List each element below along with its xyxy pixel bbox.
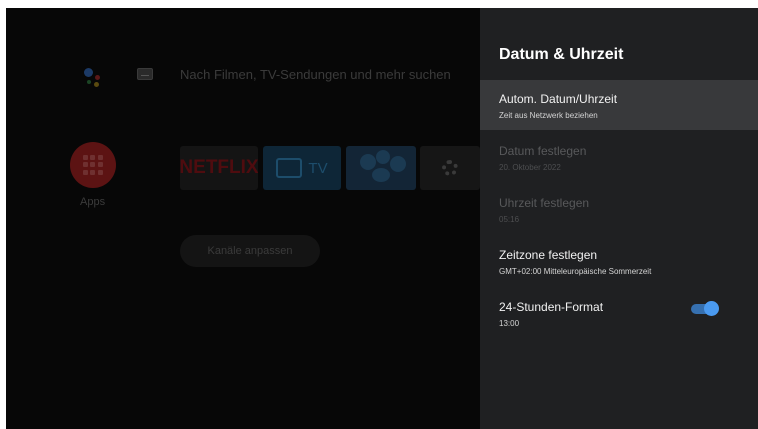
option-title: Uhrzeit festlegen bbox=[499, 196, 590, 210]
settings-tile[interactable] bbox=[420, 146, 480, 190]
option-subtitle: 20. Oktober 2022 bbox=[499, 163, 561, 172]
panel-title: Datum & Uhrzeit bbox=[499, 46, 624, 63]
option-title: Autom. Datum/Uhrzeit bbox=[499, 92, 618, 106]
tv-tile[interactable]: TV bbox=[263, 146, 341, 190]
netflix-tile[interactable]: NETFLIX bbox=[180, 146, 258, 190]
apps-button[interactable] bbox=[70, 142, 116, 188]
option-subtitle: 13:00 bbox=[499, 319, 520, 328]
google-assistant-icon[interactable] bbox=[78, 64, 104, 90]
netflix-logo: NETFLIX bbox=[180, 157, 258, 178]
tv-tile-label: TV bbox=[308, 159, 328, 177]
toggle-knob bbox=[704, 301, 719, 316]
option-title: 24-Stunden-Format bbox=[499, 300, 604, 314]
apps-label: Apps bbox=[80, 196, 106, 208]
24-hour-format-option[interactable]: 24-Stunden-Format 13:00 bbox=[480, 288, 758, 338]
option-subtitle: GMT+02:00 Mitteleuropäische Sommerzeit bbox=[499, 267, 652, 276]
option-subtitle: Zeit aus Netzwerk beziehen bbox=[499, 111, 598, 120]
app-tile-game[interactable] bbox=[346, 146, 416, 190]
option-subtitle: 05:16 bbox=[499, 215, 520, 224]
search-hint[interactable]: Nach Filmen, TV-Sendungen und mehr suche… bbox=[180, 67, 451, 82]
set-time-zone-option[interactable]: Zeitzone festlegen GMT+02:00 Mitteleurop… bbox=[480, 236, 758, 286]
gear-icon bbox=[442, 160, 458, 176]
set-time-option[interactable]: Uhrzeit festlegen 05:16 bbox=[480, 184, 758, 234]
set-date-option[interactable]: Datum festlegen 20. Oktober 2022 bbox=[480, 132, 758, 182]
option-title: Zeitzone festlegen bbox=[499, 248, 598, 262]
keyboard-icon[interactable] bbox=[137, 68, 153, 80]
launcher-background: Nach Filmen, TV-Sendungen und mehr suche… bbox=[6, 8, 480, 429]
option-title: Datum festlegen bbox=[499, 144, 587, 158]
apps-grid-icon bbox=[83, 155, 103, 175]
24-hour-format-toggle[interactable] bbox=[691, 301, 719, 316]
auto-date-time-option[interactable]: Autom. Datum/Uhrzeit Zeit aus Netzwerk b… bbox=[480, 80, 758, 130]
date-time-settings-panel: Datum & Uhrzeit Autom. Datum/Uhrzeit Zei… bbox=[480, 8, 758, 429]
tv-screen: Nach Filmen, TV-Sendungen und mehr suche… bbox=[6, 8, 758, 429]
tv-icon bbox=[276, 158, 303, 178]
customize-channels-button[interactable]: Kanäle anpassen bbox=[180, 235, 320, 267]
